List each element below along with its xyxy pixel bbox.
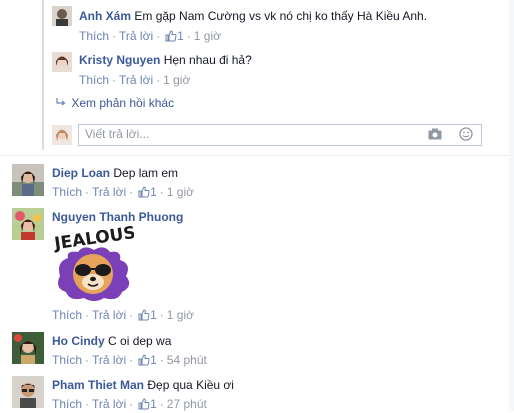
jealous-dog-sticker: JEALOUS? <box>52 222 147 302</box>
like-link[interactable]: Thích <box>52 185 82 199</box>
reply-link[interactable]: Trả lời <box>119 29 153 43</box>
thumbs-up-icon[interactable] <box>138 309 150 324</box>
avatar-image <box>52 6 72 26</box>
avatar[interactable] <box>12 332 44 364</box>
reply-link[interactable]: Trả lời <box>119 73 153 87</box>
comment-author[interactable]: Ho Cindy <box>52 334 105 348</box>
avatar[interactable] <box>12 208 44 240</box>
more-replies-label[interactable]: Xem phản hồi khác <box>71 96 174 110</box>
like-link[interactable]: Thích <box>52 353 82 367</box>
timestamp[interactable]: 1 giờ <box>163 73 190 87</box>
like-count[interactable]: 1 <box>150 185 157 199</box>
comment-author[interactable]: Anh Xám <box>79 9 131 23</box>
avatar-image <box>12 376 44 408</box>
reply-arrow-icon <box>56 96 68 110</box>
avatar[interactable] <box>52 6 72 26</box>
current-user-avatar <box>52 125 72 145</box>
comment-author[interactable]: Diep Loan <box>52 166 110 180</box>
thumbs-up-icon[interactable] <box>165 30 177 45</box>
like-link[interactable]: Thích <box>52 308 82 322</box>
comment-actions: Thích · Trả lời · 1 · 1 giờ <box>52 185 195 201</box>
reply-link[interactable]: Trả lời <box>92 185 126 199</box>
scrollbar-track[interactable] <box>509 0 514 411</box>
comment-author[interactable]: Pham Thiet Man <box>52 378 144 392</box>
reply-link[interactable]: Trả lời <box>92 397 126 411</box>
comment-author[interactable]: Nguyen Thanh Phuong <box>52 210 183 224</box>
reply-body: Anh Xám Em gặp Nam Cường vs vk nó chị ko… <box>79 9 427 23</box>
like-link[interactable]: Thích <box>52 397 82 411</box>
comment-body: Ho Cindy C oi dep wa <box>52 334 171 348</box>
comment-body: Nguyen Thanh Phuong <box>52 210 183 224</box>
reply-link[interactable]: Trả lời <box>92 308 126 322</box>
reply-link[interactable]: Trả lời <box>92 353 126 367</box>
divider <box>0 155 514 156</box>
timestamp[interactable]: 1 giờ <box>167 185 194 199</box>
avatar[interactable] <box>12 164 44 196</box>
like-link[interactable]: Thích <box>79 73 109 87</box>
thumbs-up-icon[interactable] <box>138 186 150 201</box>
more-replies-link[interactable]: Xem phản hồi khác <box>56 96 174 110</box>
avatar-image <box>12 208 44 240</box>
comment-text: Đẹp qua Kiều ơi <box>147 378 234 392</box>
like-count[interactable]: 1 <box>150 353 157 367</box>
reply-thread-line <box>42 0 44 150</box>
comment-text: Em gặp Nam Cường vs vk nó chị ko thấy Hà… <box>134 9 428 23</box>
comment-actions: Thích · Trả lời · 1 · 1 giờ <box>52 308 195 324</box>
timestamp[interactable]: 54 phút <box>167 353 207 367</box>
avatar-image <box>52 52 72 72</box>
avatar[interactable] <box>12 376 44 408</box>
avatar-image <box>12 332 44 364</box>
comment-actions: Thích · Trả lời · 1 · 54 phút <box>52 353 207 369</box>
reply-input-box <box>78 124 482 146</box>
timestamp[interactable]: 27 phút <box>167 397 207 411</box>
comment-body: Diep Loan Dep lam em <box>52 166 178 180</box>
avatar-image <box>12 164 44 196</box>
comment-author[interactable]: Kristy Nguyen <box>79 53 160 67</box>
comment-actions: Thích · Trả lời · 1 giờ <box>79 73 191 87</box>
avatar[interactable] <box>52 52 72 72</box>
like-count[interactable]: 1 <box>177 29 184 43</box>
like-link[interactable]: Thích <box>79 29 109 43</box>
camera-icon[interactable] <box>428 128 442 143</box>
like-count[interactable]: 1 <box>150 397 157 411</box>
comment-text: Hẹn nhau đi hả? <box>163 53 252 67</box>
reply-body: Kristy Nguyen Hẹn nhau đi hả? <box>79 53 252 67</box>
emoji-icon[interactable] <box>459 127 473 144</box>
reply-input[interactable] <box>79 125 405 143</box>
timestamp[interactable]: 1 giờ <box>167 308 194 322</box>
comment-text: C oi dep wa <box>108 334 172 348</box>
thumbs-up-icon[interactable] <box>138 354 150 369</box>
like-count[interactable]: 1 <box>150 308 157 322</box>
timestamp[interactable]: 1 giờ <box>194 29 221 43</box>
avatar-image <box>52 125 72 145</box>
comment-body: Pham Thiet Man Đẹp qua Kiều ơi <box>52 378 234 392</box>
comment-text: Dep lam em <box>113 166 179 180</box>
comment-actions: Thích · Trả lời · 1 · 1 giờ <box>79 29 222 45</box>
